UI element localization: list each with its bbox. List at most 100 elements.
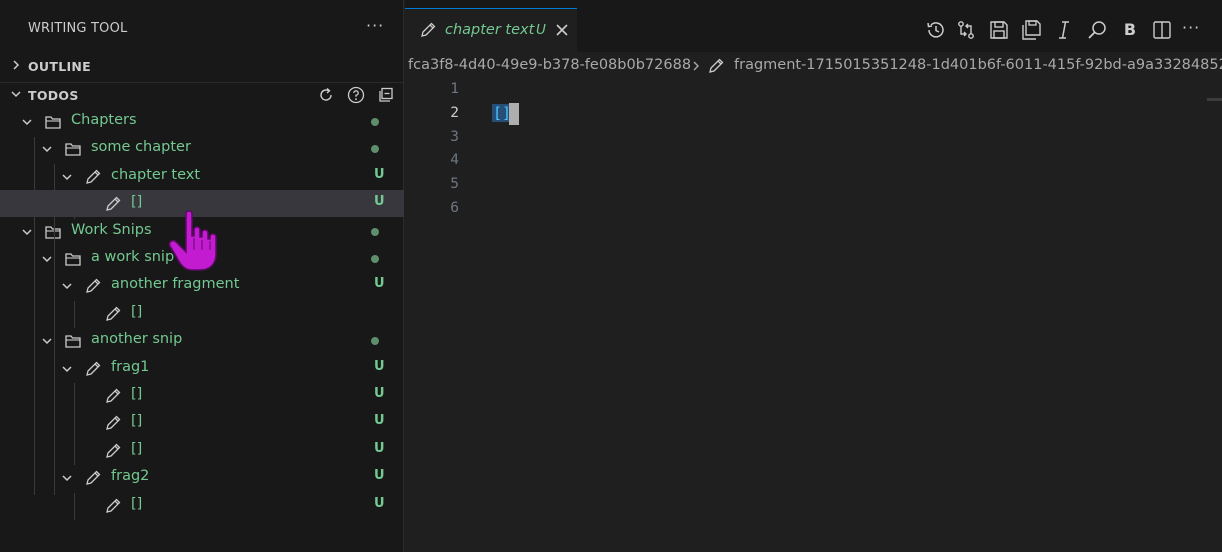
pencil-icon: [86, 470, 101, 486]
line-number: 1: [450, 81, 459, 97]
untracked-badge: U: [374, 495, 385, 511]
chevron-down-icon[interactable]: [40, 252, 54, 266]
indent-guide: [74, 493, 75, 520]
compare-changes-icon[interactable]: [955, 19, 977, 41]
untracked-badge: U: [374, 440, 385, 456]
tree-item-fragment[interactable]: frag2 U: [0, 464, 404, 491]
split-editor-icon[interactable]: [1151, 19, 1173, 41]
folder-icon: [45, 116, 61, 129]
folder-icon: [65, 253, 81, 266]
tree-item-fragment[interactable]: [] U: [0, 409, 404, 436]
pencil-icon: [421, 22, 436, 37]
pencil-icon: [106, 306, 121, 321]
tree-item-fragment[interactable]: chapter text U: [0, 163, 404, 190]
chevron-down-icon[interactable]: [60, 471, 74, 485]
pencil-icon: [86, 361, 101, 376]
pencil-icon: [86, 278, 101, 294]
tree-item-label: []: [131, 194, 143, 211]
sidebar-header: WRITING TOOL ···: [0, 0, 404, 52]
chevron-down-icon[interactable]: [20, 225, 34, 239]
breadcrumb-segment-folder[interactable]: fca3f8-4d40-49e9-b378-fe08b0b72688: [408, 57, 691, 73]
tree-item-label: frag2: [111, 468, 150, 485]
history-icon[interactable]: [924, 19, 946, 41]
line-number: 4: [450, 152, 459, 169]
todos-section-header[interactable]: TODOS: [0, 82, 404, 109]
chevron-down-icon[interactable]: [60, 279, 74, 293]
tree-item-label: chapter text: [111, 166, 201, 183]
status-dot: [371, 118, 379, 126]
line-number: 6: [450, 200, 459, 216]
untracked-badge: U: [374, 413, 385, 429]
chevron-down-icon: [11, 91, 21, 98]
tree-item-label: []: [131, 440, 143, 457]
tree-item-label: Work Snips: [71, 221, 152, 238]
indent-guide: [54, 164, 55, 495]
untracked-badge: U: [374, 358, 385, 374]
chevron-right-icon: [13, 60, 20, 70]
indent-guide: [74, 383, 75, 465]
writing-tool-sidebar: WRITING TOOL ··· OUTLINE TODOS Chapters s…: [0, 0, 404, 552]
text-cursor: [509, 103, 519, 125]
tree-item-label: []: [131, 386, 143, 402]
close-icon[interactable]: [553, 21, 571, 39]
status-dot: [371, 227, 379, 236]
pencil-icon: [709, 58, 724, 73]
tree-item-fragment[interactable]: [] U: [0, 437, 404, 464]
indent-guide: [74, 301, 75, 328]
indent-guide: [74, 191, 75, 219]
more-actions-icon[interactable]: ···: [366, 16, 384, 35]
chevron-down-icon[interactable]: [60, 362, 74, 376]
collapse-all-icon[interactable]: [376, 85, 396, 105]
tab-chapter-text[interactable]: chapter text U: [405, 8, 577, 52]
tree-item-fragment[interactable]: [] U: [0, 492, 404, 519]
breadcrumb-segment-file[interactable]: fragment-1715015351248-1d401b6f-6011-415…: [734, 57, 1222, 73]
chevron-down-icon[interactable]: [20, 115, 34, 129]
bold-button[interactable]: B: [1119, 20, 1141, 42]
refresh-icon[interactable]: [316, 85, 336, 105]
pencil-icon: [106, 196, 121, 212]
editor-area: chapter text U B ··· fca3f8-4d40-49e9-b3…: [405, 0, 1222, 552]
untracked-badge: U: [374, 194, 385, 210]
todos-label: TODOS: [28, 88, 79, 103]
tab-label: chapter text: [445, 22, 535, 38]
tree-item-fragment[interactable]: frag1 U: [0, 355, 404, 382]
status-dot: [371, 255, 379, 263]
line-number: 5: [450, 176, 459, 193]
untracked-badge: U: [374, 276, 385, 292]
tree-item-folder[interactable]: some chapter: [0, 135, 404, 162]
search-icon[interactable]: [1086, 19, 1108, 41]
chevron-down-icon[interactable]: [40, 334, 54, 348]
tree-item-fragment[interactable]: []: [0, 300, 404, 327]
pencil-icon: [86, 169, 101, 184]
outline-label: OUTLINE: [28, 59, 92, 74]
status-dot: [371, 337, 379, 346]
tree-item-label: []: [131, 413, 143, 430]
tab-untracked-badge: U: [536, 22, 546, 38]
outline-section-header[interactable]: OUTLINE: [0, 54, 404, 80]
save-all-icon[interactable]: [1020, 19, 1042, 41]
tree-item-fragment[interactable]: [] U: [0, 382, 404, 409]
tree-item-folder[interactable]: Chapters: [0, 108, 404, 135]
more-actions-icon[interactable]: ···: [1182, 18, 1204, 40]
tree-item-label: Chapters: [71, 112, 137, 128]
untracked-badge: U: [374, 468, 385, 484]
chevron-down-icon[interactable]: [60, 170, 74, 184]
italic-icon[interactable]: [1053, 19, 1075, 41]
status-dot: [371, 145, 379, 154]
pencil-icon: [106, 388, 121, 403]
folder-icon: [65, 143, 81, 157]
help-icon[interactable]: [346, 85, 366, 105]
chevron-down-icon[interactable]: [40, 142, 54, 156]
tree-item-folder[interactable]: another snip: [0, 327, 404, 354]
folder-icon: [65, 335, 81, 348]
line-number: 3: [450, 128, 459, 145]
save-icon[interactable]: [988, 19, 1010, 41]
untracked-badge: U: [374, 386, 385, 401]
tree-item-fragment[interactable]: another fragment U: [0, 272, 404, 299]
pencil-icon: [106, 415, 121, 431]
scrollbar[interactable]: [1207, 98, 1222, 101]
tree-item-label: []: [131, 495, 143, 512]
tree-item-label: another fragment: [111, 276, 240, 293]
indent-guide: [34, 137, 35, 495]
tree-item-label: []: [131, 303, 143, 320]
